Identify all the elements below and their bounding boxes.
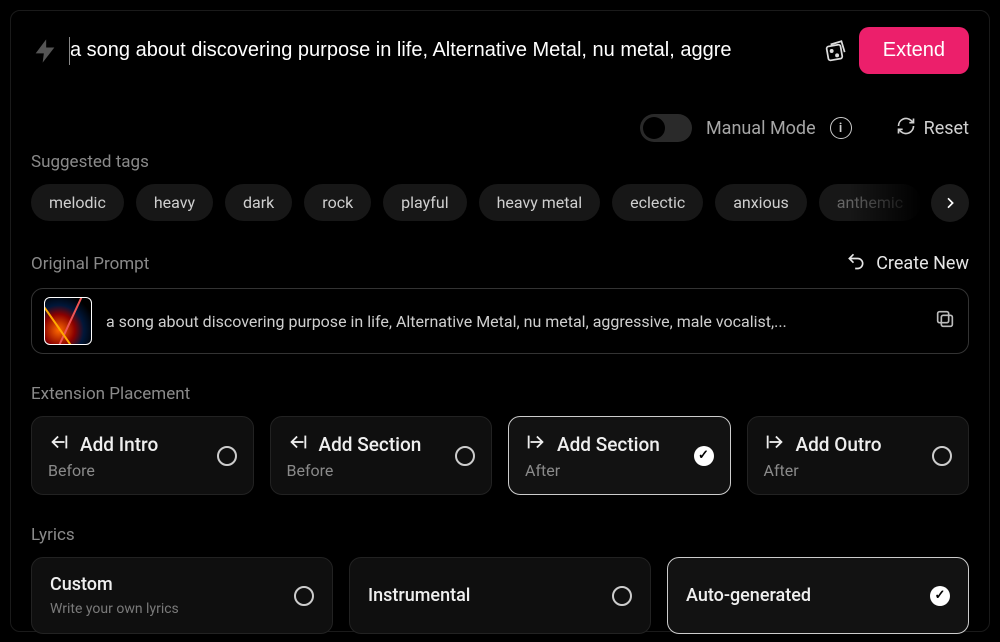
arrow-right-icon	[525, 431, 547, 457]
lyrics-heading: Lyrics	[31, 525, 969, 545]
arrow-right-icon	[764, 431, 786, 457]
arrow-left-icon	[48, 431, 70, 457]
create-new-label: Create New	[876, 253, 969, 274]
placement-add-outro-after[interactable]: Add Outro After	[747, 416, 970, 495]
tag-anxious[interactable]: anxious	[715, 184, 807, 221]
tags-scroll-right[interactable]	[931, 184, 969, 222]
manual-mode-label: Manual Mode	[706, 118, 816, 139]
placement-add-section-after[interactable]: Add Section After	[508, 416, 731, 495]
undo-icon	[846, 251, 866, 276]
bolt-icon	[31, 37, 59, 65]
radio-indicator	[932, 446, 952, 466]
radio-indicator	[930, 586, 950, 606]
manual-mode-toggle[interactable]	[640, 114, 692, 142]
tag-dark[interactable]: dark	[225, 184, 292, 221]
refresh-icon	[896, 116, 916, 140]
placement-sub: After	[764, 461, 882, 480]
copy-icon[interactable]	[934, 308, 956, 334]
lyrics-option-instrumental[interactable]: Instrumental	[349, 557, 651, 634]
placement-sub: Before	[287, 461, 422, 480]
tag-heavy[interactable]: heavy	[136, 184, 213, 221]
tag-melodic[interactable]: melodic	[31, 184, 124, 221]
tag-eclectic[interactable]: eclectic	[612, 184, 703, 221]
tag-playful[interactable]: playful	[383, 184, 466, 221]
placement-title: Add Section	[319, 433, 422, 456]
placement-sub: After	[525, 461, 660, 480]
radio-indicator	[455, 446, 475, 466]
original-prompt-heading: Original Prompt	[31, 254, 149, 274]
lyrics-title: Instrumental	[368, 585, 470, 606]
radio-indicator	[694, 446, 714, 466]
arrow-left-icon	[287, 431, 309, 457]
suggested-tags-heading: Suggested tags	[31, 152, 969, 172]
radio-indicator	[294, 586, 314, 606]
lyrics-sub: Write your own lyrics	[50, 601, 179, 617]
info-icon[interactable]: i	[830, 117, 852, 139]
create-new-button[interactable]: Create New	[846, 251, 969, 276]
lyrics-option-custom[interactable]: Custom Write your own lyrics	[31, 557, 333, 634]
placement-add-section-before[interactable]: Add Section Before	[270, 416, 493, 495]
prompt-input[interactable]	[69, 37, 813, 65]
lyrics-option-auto-generated[interactable]: Auto-generated	[667, 557, 969, 634]
placement-title: Add Section	[557, 433, 660, 456]
placement-title: Add Outro	[796, 433, 882, 456]
extend-button[interactable]: Extend	[859, 27, 969, 74]
placement-title: Add Intro	[80, 433, 158, 456]
reset-button[interactable]: Reset	[896, 116, 969, 140]
dice-icon[interactable]	[823, 38, 849, 64]
placement-add-intro-before[interactable]: Add Intro Before	[31, 416, 254, 495]
radio-indicator	[217, 446, 237, 466]
tag-heavy-metal[interactable]: heavy metal	[479, 184, 601, 221]
song-thumbnail[interactable]	[44, 297, 92, 345]
reset-label: Reset	[924, 118, 969, 139]
radio-indicator	[612, 586, 632, 606]
placement-sub: Before	[48, 461, 158, 480]
original-prompt-text: a song about discovering purpose in life…	[106, 312, 920, 331]
lyrics-title: Custom	[50, 574, 179, 595]
original-prompt-box: a song about discovering purpose in life…	[31, 288, 969, 354]
extension-placement-heading: Extension Placement	[31, 384, 969, 404]
tag-anthemic[interactable]: anthemic	[819, 184, 921, 221]
tag-rock[interactable]: rock	[304, 184, 371, 221]
lyrics-title: Auto-generated	[686, 585, 811, 606]
